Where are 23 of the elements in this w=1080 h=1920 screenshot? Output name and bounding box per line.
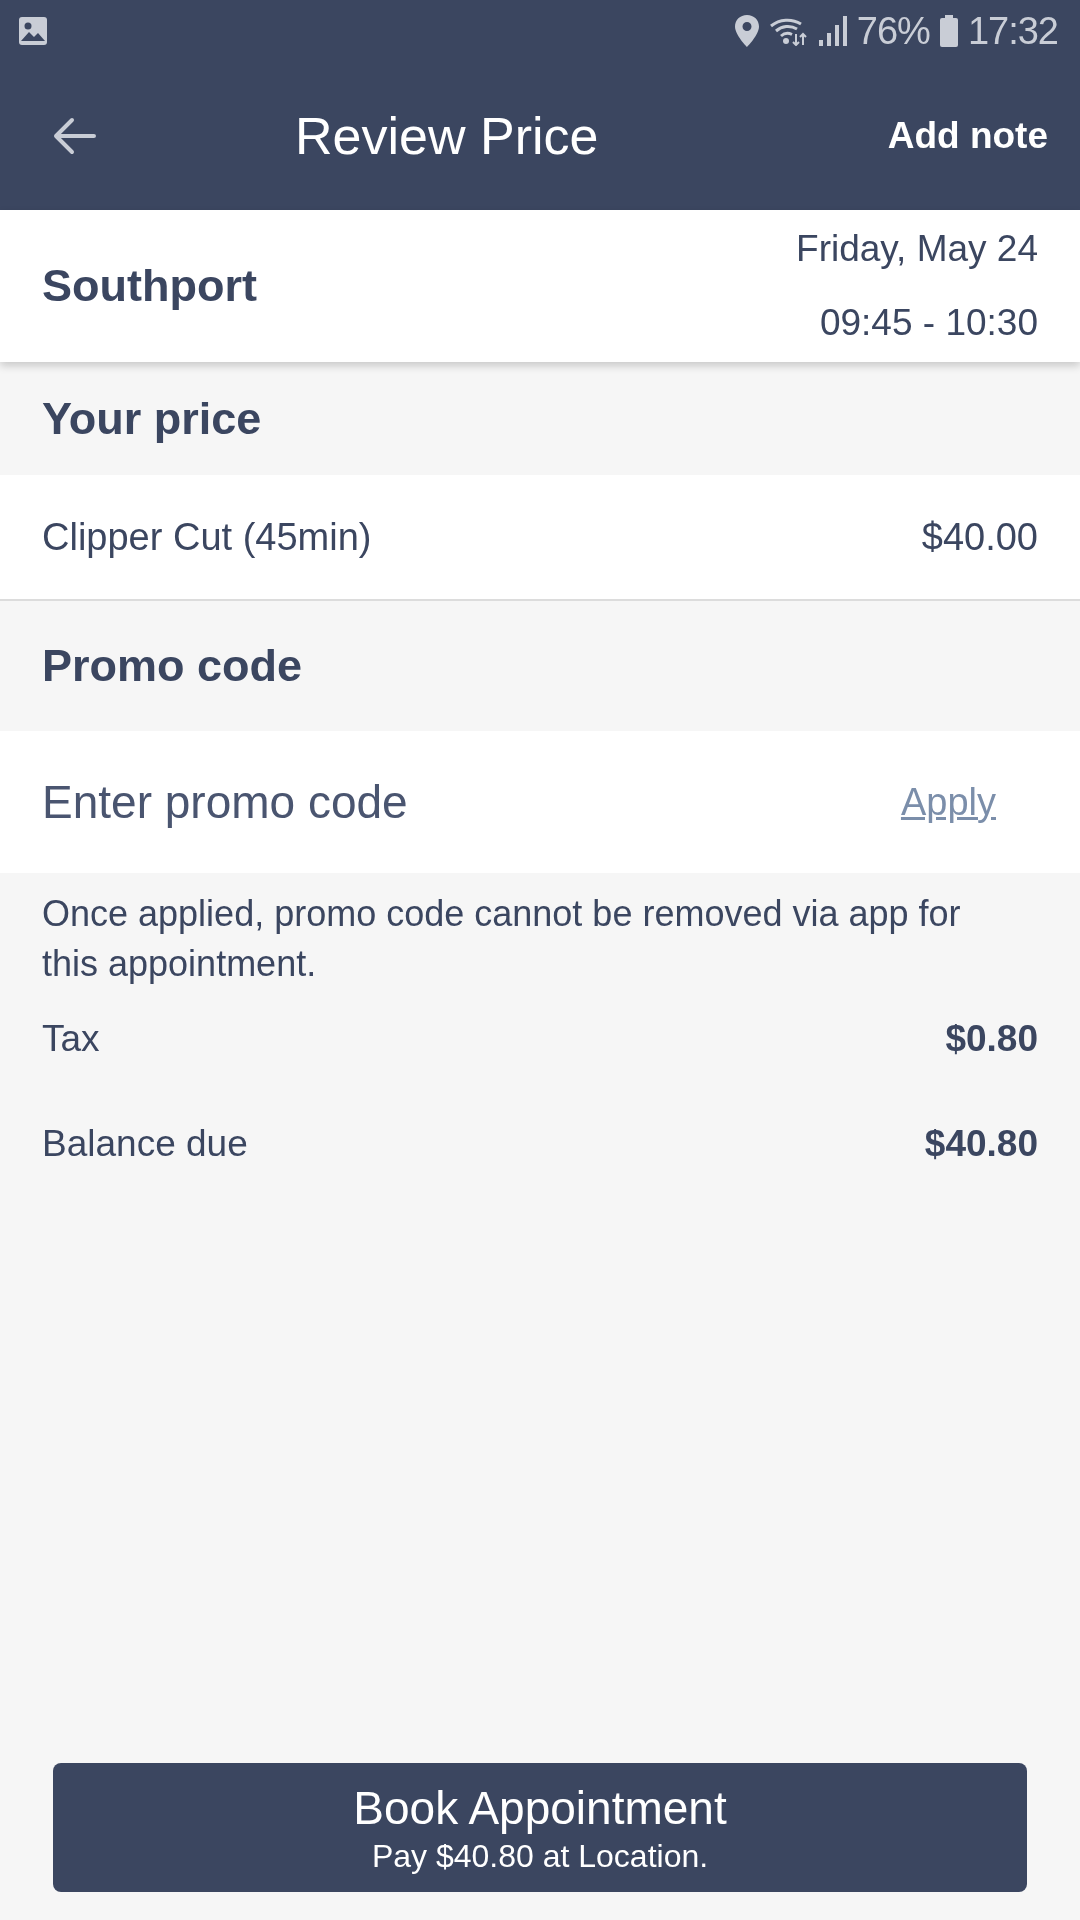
service-price: $40.00 bbox=[921, 514, 1038, 560]
location-name: Southport bbox=[42, 259, 257, 314]
wifi-icon bbox=[768, 16, 809, 46]
book-appointment-button[interactable]: Book Appointment Pay $40.80 at Location. bbox=[53, 1763, 1027, 1892]
total-label: Balance due bbox=[42, 1122, 248, 1167]
image-icon bbox=[18, 16, 48, 46]
page-title: Review Price bbox=[295, 106, 599, 167]
appointment-time: 09:45 - 10:30 bbox=[819, 301, 1038, 345]
back-arrow-icon bbox=[52, 117, 96, 155]
battery-icon bbox=[939, 15, 958, 47]
signal-icon bbox=[818, 16, 847, 46]
total-amount: $40.80 bbox=[924, 1122, 1038, 1167]
add-note-button[interactable]: Add note bbox=[887, 108, 1048, 164]
section-heading: Your price bbox=[42, 391, 262, 446]
total-amount: $0.80 bbox=[945, 1017, 1038, 1062]
section-heading: Promo code bbox=[42, 639, 303, 694]
service-name: Clipper Cut (45min) bbox=[42, 514, 372, 560]
appointment-date: Friday, May 24 bbox=[796, 227, 1038, 271]
promo-note: Once applied, promo code cannot be removed via app for this appointment. bbox=[41, 892, 962, 986]
location-pin-icon bbox=[734, 15, 759, 47]
status-time: 17:32 bbox=[967, 8, 1058, 54]
battery-percent: 76% bbox=[856, 8, 930, 54]
total-label: Tax bbox=[42, 1017, 100, 1062]
